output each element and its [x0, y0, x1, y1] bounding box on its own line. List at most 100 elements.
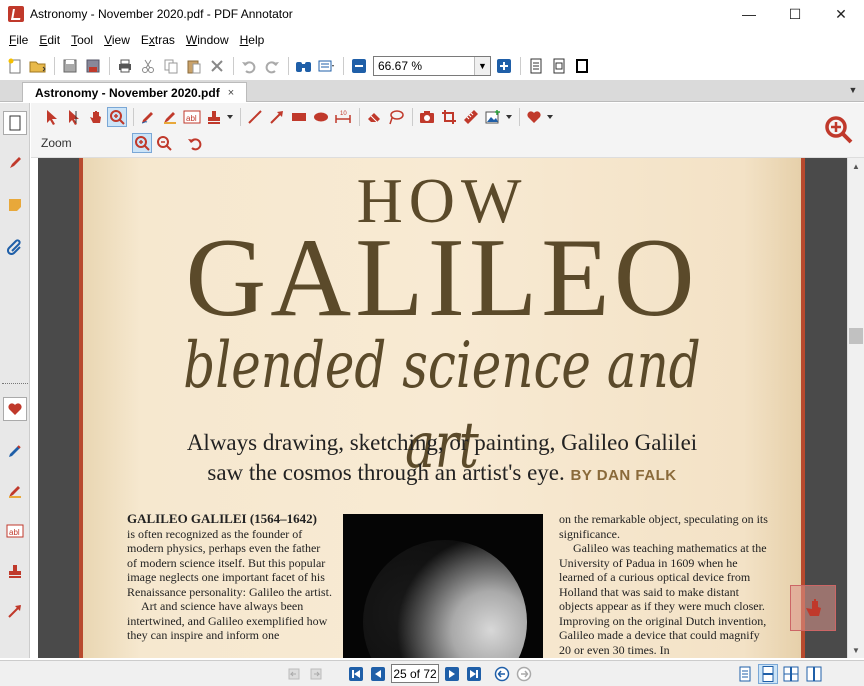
first-page-icon[interactable] [347, 665, 365, 683]
select-arrow-icon[interactable] [41, 107, 61, 127]
pen-tool-icon[interactable] [3, 439, 27, 463]
last-page-icon[interactable] [465, 665, 483, 683]
annotation-tools-panel: abl 10 Zoom [31, 103, 864, 158]
facing-view-icon[interactable] [781, 664, 801, 684]
ellipse-tool-icon[interactable] [311, 107, 331, 127]
fit-page-icon[interactable] [548, 55, 570, 77]
attachment-icon[interactable] [3, 235, 27, 259]
article-column-right: on the remarkable object, speculating on… [559, 512, 769, 657]
image-dropdown-icon[interactable] [505, 107, 513, 127]
cut-icon[interactable] [137, 55, 159, 77]
go-forward-icon[interactable] [515, 665, 533, 683]
annotations-marker-icon[interactable] [3, 151, 27, 175]
toolbar-separator [412, 108, 413, 126]
text-select-icon[interactable] [63, 107, 83, 127]
facing-continuous-view-icon[interactable] [804, 664, 824, 684]
arrow-tool-icon[interactable] [3, 599, 27, 623]
scroll-up-icon[interactable]: ▲ [848, 158, 864, 174]
thumbnails-icon[interactable] [3, 111, 27, 135]
page-number-field[interactable]: 25 of 72 [391, 664, 439, 683]
marker-icon[interactable] [160, 107, 180, 127]
paste-icon[interactable] [183, 55, 205, 77]
chevron-down-icon[interactable]: ▼ [474, 57, 490, 75]
rectangle-tool-icon[interactable] [289, 107, 309, 127]
scroll-thumb[interactable] [849, 328, 863, 344]
menu-help[interactable]: Help [235, 33, 271, 47]
stamp-dropdown-icon[interactable] [226, 107, 234, 127]
status-bar: 25 of 72 [0, 660, 864, 686]
zoom-in-icon[interactable] [493, 55, 515, 77]
article-column-left: GALILEO GALILEI (1564–1642) is often rec… [127, 511, 332, 643]
measure-tool-icon[interactable]: 10 [333, 107, 353, 127]
close-button[interactable]: ✕ [818, 0, 864, 28]
zoom-value: 66.67 % [378, 59, 423, 73]
tab-document[interactable]: Astronomy - November 2020.pdf × [22, 82, 248, 102]
highlighter-icon[interactable] [3, 479, 27, 503]
delete-icon[interactable] [206, 55, 228, 77]
favorites-heart-icon[interactable] [3, 397, 27, 421]
crop-icon[interactable] [439, 107, 459, 127]
next-page-icon[interactable] [443, 665, 461, 683]
lasso-icon[interactable] [386, 107, 406, 127]
ruler-icon[interactable] [461, 107, 481, 127]
menu-extras[interactable]: Extras [136, 33, 181, 47]
main-toolbar: 66.67 % ▼ [0, 53, 864, 79]
zoom-out-icon[interactable] [348, 55, 370, 77]
history-back-icon[interactable] [285, 665, 303, 683]
camera-icon[interactable] [417, 107, 437, 127]
svg-text:abl: abl [9, 528, 20, 537]
single-page-icon[interactable] [525, 55, 547, 77]
pen-icon[interactable] [138, 107, 158, 127]
favorites-icon[interactable] [524, 107, 544, 127]
maximize-button[interactable]: ☐ [772, 0, 818, 28]
undo-zoom-icon[interactable] [185, 133, 205, 153]
undo-icon[interactable] [238, 55, 260, 77]
continuous-view-icon[interactable] [758, 664, 778, 684]
go-back-icon[interactable] [493, 665, 511, 683]
eraser-icon[interactable] [364, 107, 384, 127]
menu-edit[interactable]: Edit [34, 33, 66, 47]
find-icon[interactable] [293, 55, 315, 77]
tab-list-chevron-icon[interactable]: ▼ [846, 83, 860, 97]
new-icon[interactable] [4, 55, 26, 77]
stamp-icon[interactable] [3, 559, 27, 583]
textbox-tool-icon[interactable]: abl [182, 107, 202, 127]
pdf-page[interactable]: HOW GALILEO blended science and art Alwa… [79, 158, 805, 658]
toolbar-separator [240, 108, 241, 126]
open-icon[interactable] [27, 55, 49, 77]
page-layout-buttons [732, 664, 824, 684]
arrow-line-tool-icon[interactable] [267, 107, 287, 127]
menu-file[interactable]: File [4, 33, 34, 47]
insert-image-icon[interactable] [483, 107, 503, 127]
sidebar-splitter[interactable] [2, 383, 28, 385]
fullscreen-icon[interactable] [571, 55, 593, 77]
scroll-down-icon[interactable]: ▼ [848, 642, 864, 658]
line-tool-icon[interactable] [245, 107, 265, 127]
vertical-scrollbar[interactable]: ▲ ▼ [847, 158, 864, 658]
previous-page-icon[interactable] [369, 665, 387, 683]
history-forward-icon[interactable] [307, 665, 325, 683]
single-page-view-icon[interactable] [735, 664, 755, 684]
favorites-dropdown-icon[interactable] [546, 107, 554, 127]
menu-window[interactable]: Window [181, 33, 235, 47]
notes-icon[interactable] [3, 193, 27, 217]
menu-tool[interactable]: Tool [66, 33, 99, 47]
stamp-tool-icon[interactable] [204, 107, 224, 127]
document-viewer[interactable]: HOW GALILEO blended science and art Alwa… [38, 158, 847, 658]
redo-icon[interactable] [261, 55, 283, 77]
zoom-out-tool-icon[interactable] [154, 133, 174, 153]
text-box-icon[interactable]: abl [3, 519, 27, 543]
copy-icon[interactable] [160, 55, 182, 77]
properties-icon[interactable] [316, 55, 338, 77]
save-icon[interactable] [59, 55, 81, 77]
zoom-tool-icon[interactable] [107, 107, 127, 127]
close-tab-icon[interactable]: × [228, 87, 234, 99]
print-icon[interactable] [114, 55, 136, 77]
save-as-icon[interactable] [82, 55, 104, 77]
zoom-combobox[interactable]: 66.67 % ▼ [373, 56, 491, 76]
minimize-button[interactable]: — [726, 0, 772, 28]
hand-tool-icon[interactable] [85, 107, 105, 127]
floating-hand-tool-button[interactable] [790, 585, 836, 631]
zoom-in-tool-icon[interactable] [131, 133, 152, 153]
menu-view[interactable]: View [99, 33, 136, 47]
